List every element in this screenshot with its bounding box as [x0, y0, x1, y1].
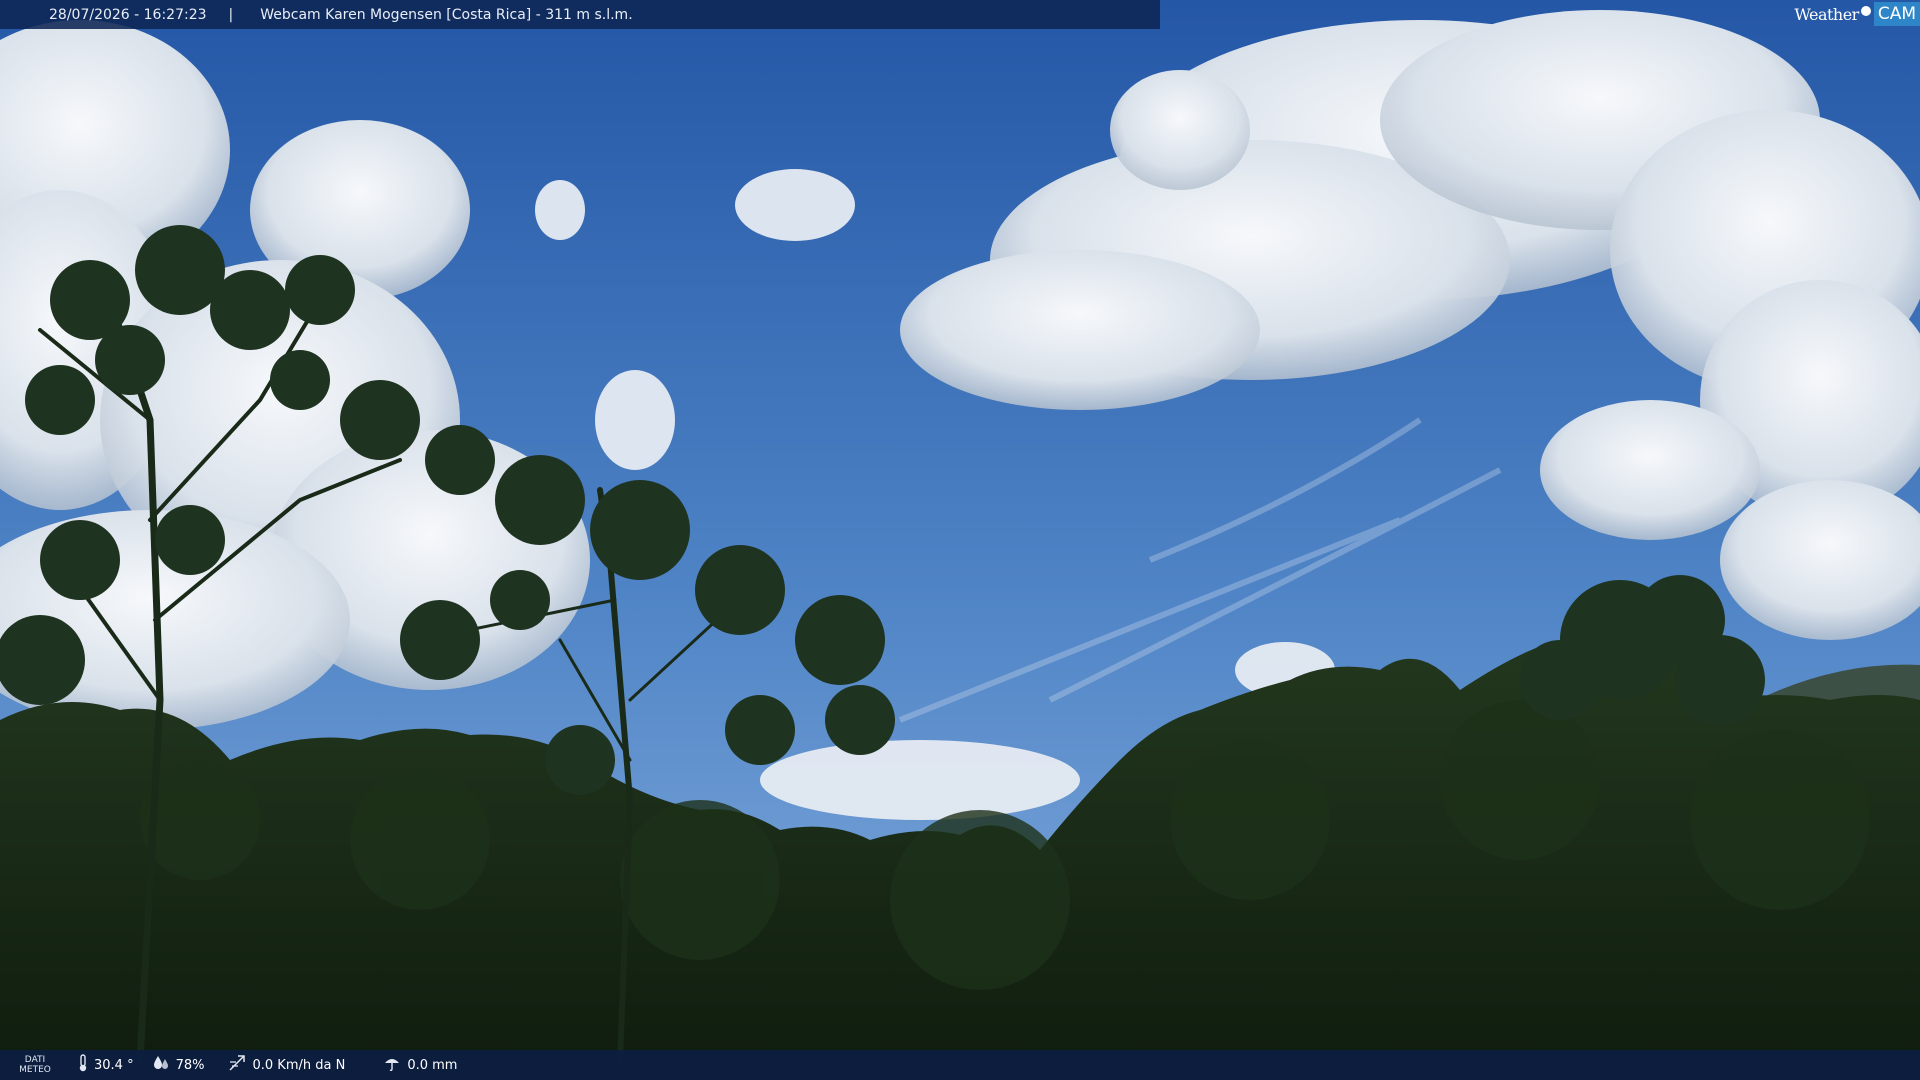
webcam-title: Webcam Karen Mogensen [Costa Rica] - 311…: [260, 6, 633, 23]
timestamp: 28/07/2026 - 16:27:23: [49, 6, 207, 23]
humidity-value: 78%: [175, 1057, 205, 1073]
rain-reading: 0.0 mm: [383, 1055, 457, 1075]
humidity-icon: [152, 1055, 170, 1075]
weathercam-logo: Weather CAM: [1794, 0, 1920, 28]
temperature-reading: 30.4 °: [78, 1054, 134, 1076]
meteo-label-line2: METEO: [19, 1065, 51, 1075]
weather-data-bar: DATI METEO 30.4 ° 78% 0.0 Km/h da N 0.0 …: [0, 1050, 1920, 1080]
wind-value: 0.0 Km/h da N: [252, 1057, 346, 1073]
logo-weather-text: Weather: [1794, 4, 1859, 24]
logo-cam-text: CAM: [1873, 2, 1920, 26]
thermometer-icon: [78, 1054, 88, 1076]
wind-reading: 0.0 Km/h da N: [228, 1054, 345, 1076]
rain-icon: [383, 1055, 401, 1075]
humidity-reading: 78%: [152, 1055, 205, 1075]
header-separator: |: [228, 6, 234, 23]
logo-dot-icon: [1860, 6, 1871, 16]
wind-icon: [228, 1054, 246, 1076]
temperature-value: 30.4 °: [94, 1057, 134, 1073]
webcam-photo: [0, 0, 1920, 1080]
meteo-label-line1: DATI: [24, 1055, 46, 1065]
meteo-label: DATI METEO: [0, 1055, 70, 1075]
header-bar: 28/07/2026 - 16:27:23 | Webcam Karen Mog…: [0, 0, 1160, 29]
rain-value: 0.0 mm: [407, 1057, 458, 1073]
